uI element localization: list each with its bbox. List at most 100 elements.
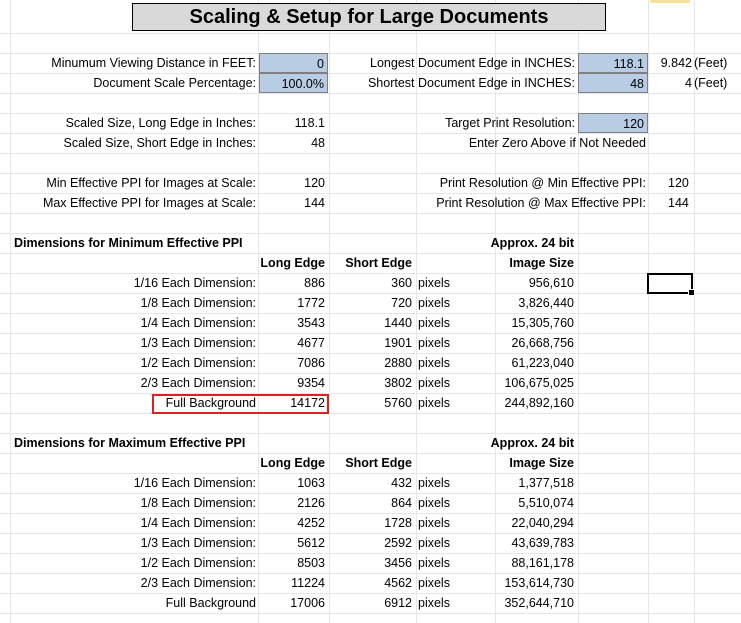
image-size-cell[interactable]: 352,644,710 <box>420 593 574 613</box>
short-edge-cell[interactable]: 360 <box>329 273 412 293</box>
column-header-image-size: Image Size <box>509 256 574 270</box>
row-gridline <box>0 213 741 214</box>
shortest-edge-label: Shortest Document Edge in INCHES: <box>367 76 575 90</box>
scaled-long-value[interactable]: 118.1 <box>259 113 325 133</box>
row-label: 1/8 Each Dimension: <box>140 496 256 510</box>
longest-edge-feet-unit: (Feet) <box>694 56 728 70</box>
table-heading: Dimensions for Maximum Effective PPI <box>14 436 246 450</box>
short-edge-cell[interactable]: 864 <box>329 493 412 513</box>
short-edge-cell[interactable]: 1728 <box>329 513 412 533</box>
doc-scale-label: Document Scale Percentage: <box>93 76 256 90</box>
image-size-cell[interactable]: 5,510,074 <box>420 493 574 513</box>
short-edge-cell[interactable]: 2880 <box>329 353 412 373</box>
print-max-value[interactable]: 144 <box>668 193 708 213</box>
short-edge-cell[interactable]: 4562 <box>329 573 412 593</box>
short-edge-cell[interactable]: 432 <box>329 473 412 493</box>
scaled-short-value[interactable]: 48 <box>259 133 325 153</box>
image-size-cell[interactable]: 3,826,440 <box>420 293 574 313</box>
row-label: 2/3 Each Dimension: <box>140 576 256 590</box>
longest-edge-input[interactable]: 118.1 <box>578 53 648 73</box>
row-gridline <box>0 33 741 34</box>
long-edge-cell[interactable]: 17006 <box>258 593 325 613</box>
print-min-value[interactable]: 120 <box>668 173 708 193</box>
image-size-cell[interactable]: 956,610 <box>420 273 574 293</box>
short-edge-cell[interactable]: 3456 <box>329 553 412 573</box>
short-edge-cell[interactable]: 1901 <box>329 333 412 353</box>
row-label: 2/3 Each Dimension: <box>140 376 256 390</box>
sheet-title[interactable]: Scaling & Setup for Large Documents <box>132 3 606 31</box>
approx-size-heading: Approx. 24 bit <box>490 436 574 450</box>
short-edge-cell[interactable]: 6912 <box>329 593 412 613</box>
row-label: 1/4 Each Dimension: <box>140 516 256 530</box>
row-label: 1/16 Each Dimension: <box>133 276 256 290</box>
row-gridline <box>0 153 741 154</box>
image-size-cell[interactable]: 1,377,518 <box>420 473 574 493</box>
long-edge-cell[interactable]: 5612 <box>258 533 325 553</box>
image-size-cell[interactable]: 61,223,040 <box>420 353 574 373</box>
min-viewing-distance-input[interactable]: 0 <box>259 53 328 73</box>
spreadsheet-grid[interactable]: Scaling & Setup for Large Documents Minu… <box>0 0 741 623</box>
max-ppi-label: Max Effective PPI for Images at Scale: <box>42 196 256 210</box>
row-label: 1/16 Each Dimension: <box>133 476 256 490</box>
row-gridline <box>0 613 741 614</box>
short-edge-cell[interactable]: 5760 <box>329 393 412 413</box>
target-resolution-note: Enter Zero Above if Not Needed <box>468 136 646 150</box>
long-edge-cell[interactable]: 4252 <box>258 513 325 533</box>
longest-edge-feet: 9.842 <box>660 56 692 70</box>
long-edge-cell[interactable]: 4677 <box>258 333 325 353</box>
long-edge-cell[interactable]: 11224 <box>258 573 325 593</box>
image-size-cell[interactable]: 43,639,783 <box>420 533 574 553</box>
image-size-cell[interactable]: 15,305,760 <box>420 313 574 333</box>
print-min-label: Print Resolution @ Min Effective PPI: <box>439 176 646 190</box>
doc-scale-input[interactable]: 100.0% <box>259 73 328 93</box>
selected-cell[interactable] <box>647 273 695 296</box>
image-size-cell[interactable]: 106,675,025 <box>420 373 574 393</box>
table-heading: Dimensions for Minimum Effective PPI <box>14 236 243 250</box>
min-ppi-label: Min Effective PPI for Images at Scale: <box>46 176 256 190</box>
long-edge-cell[interactable]: 2126 <box>258 493 325 513</box>
print-max-label: Print Resolution @ Max Effective PPI: <box>436 196 646 210</box>
long-edge-cell[interactable]: 9354 <box>258 373 325 393</box>
row-label: 1/4 Each Dimension: <box>140 316 256 330</box>
scaled-long-label: Scaled Size, Long Edge in Inches: <box>65 116 256 130</box>
short-edge-cell[interactable]: 3802 <box>329 373 412 393</box>
row-label: 1/3 Each Dimension: <box>140 336 256 350</box>
longest-edge-label: Longest Document Edge in INCHES: <box>370 56 575 70</box>
row-label: 1/2 Each Dimension: <box>140 356 256 370</box>
long-edge-cell[interactable]: 1772 <box>258 293 325 313</box>
target-resolution-label: Target Print Resolution: <box>445 116 575 130</box>
column-header-long-edge: Long Edge <box>260 256 325 270</box>
image-size-cell[interactable]: 22,040,294 <box>420 513 574 533</box>
min-ppi-value[interactable]: 120 <box>259 173 325 193</box>
shortest-edge-input[interactable]: 48 <box>578 73 648 93</box>
image-size-cell[interactable]: 26,668,756 <box>420 333 574 353</box>
long-edge-cell[interactable]: 8503 <box>258 553 325 573</box>
image-size-cell[interactable]: 153,614,730 <box>420 573 574 593</box>
image-size-cell[interactable]: 244,892,160 <box>420 393 574 413</box>
min-viewing-distance-label: Minumum Viewing Distance in FEET: <box>51 56 256 70</box>
short-edge-cell[interactable]: 2592 <box>329 533 412 553</box>
short-edge-cell[interactable]: 720 <box>329 293 412 313</box>
column-header-short-edge: Short Edge <box>345 256 412 270</box>
long-edge-cell[interactable]: 7086 <box>258 353 325 373</box>
scaled-short-label: Scaled Size, Short Edge in Inches: <box>63 136 256 150</box>
column-header-long-edge: Long Edge <box>260 456 325 470</box>
fill-handle[interactable] <box>688 289 695 296</box>
long-edge-cell[interactable]: 3543 <box>258 313 325 333</box>
long-edge-cell[interactable]: 1063 <box>258 473 325 493</box>
row-label: Full Background <box>165 596 256 610</box>
target-resolution-input[interactable]: 120 <box>578 113 648 133</box>
max-ppi-value[interactable]: 144 <box>259 193 325 213</box>
column-header-image-size: Image Size <box>509 456 574 470</box>
image-size-cell[interactable]: 88,161,178 <box>420 553 574 573</box>
long-edge-cell[interactable]: 886 <box>258 273 325 293</box>
active-column-indicator <box>650 0 690 3</box>
short-edge-cell[interactable]: 1440 <box>329 313 412 333</box>
row-label: 1/8 Each Dimension: <box>140 296 256 310</box>
shortest-edge-feet-unit: (Feet) <box>694 76 728 90</box>
row-label: 1/3 Each Dimension: <box>140 536 256 550</box>
row-label: 1/2 Each Dimension: <box>140 556 256 570</box>
shortest-edge-feet: 4 <box>685 76 692 90</box>
column-header-short-edge: Short Edge <box>345 456 412 470</box>
full-background-highlight <box>152 394 329 414</box>
